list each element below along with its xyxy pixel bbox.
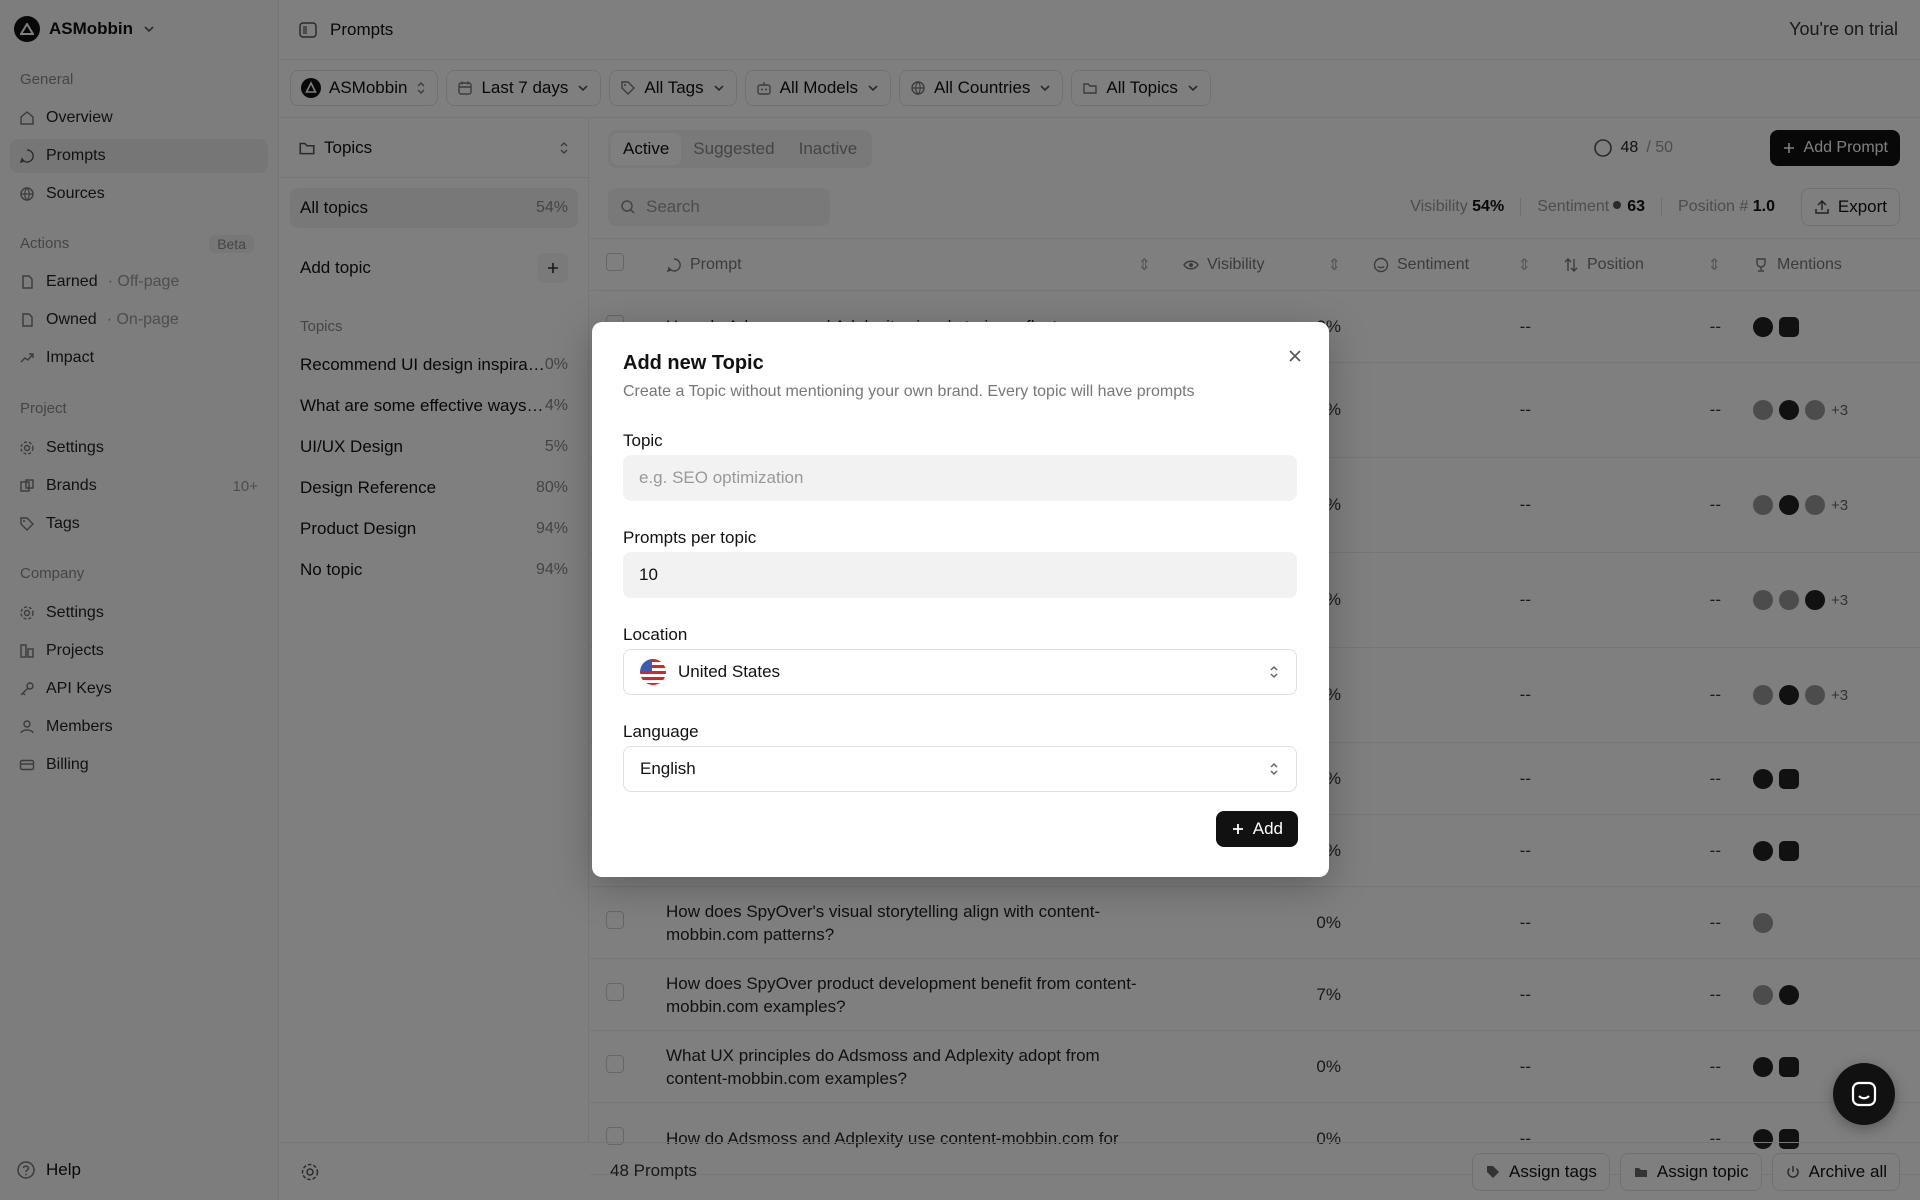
add-topic-dialog: Add new Topic Create a Topic without men… <box>592 322 1329 877</box>
prompts-per-topic-input[interactable]: 10 <box>623 552 1297 598</box>
us-flag-icon <box>640 659 666 685</box>
add-label: Add <box>1252 819 1283 838</box>
topic-label: Topic <box>623 431 663 450</box>
prompts-per-topic-label: Prompts per topic <box>623 528 757 547</box>
location-label: Location <box>623 625 688 644</box>
topic-input[interactable]: e.g. SEO optimization <box>623 455 1297 501</box>
chevron-updown-icon <box>1268 760 1280 778</box>
close-icon[interactable] <box>1281 342 1309 370</box>
add-topic-submit-button[interactable]: Add <box>1215 811 1298 847</box>
topic-placeholder: e.g. SEO optimization <box>639 468 804 487</box>
language-select[interactable]: English <box>623 746 1297 792</box>
prompts-per-topic-value: 10 <box>639 565 658 584</box>
dialog-title: Add new Topic <box>623 352 764 374</box>
location-select[interactable]: United States <box>623 649 1297 695</box>
chevron-updown-icon <box>1268 663 1280 681</box>
language-label: Language <box>623 722 699 741</box>
language-value: English <box>640 759 696 778</box>
location-value: United States <box>678 662 781 681</box>
chat-support-button[interactable] <box>1833 1063 1895 1125</box>
plus-icon <box>1231 822 1245 836</box>
chat-widget-icon <box>1850 1080 1878 1108</box>
dialog-subtitle: Create a Topic without mentioning your o… <box>623 383 1195 400</box>
